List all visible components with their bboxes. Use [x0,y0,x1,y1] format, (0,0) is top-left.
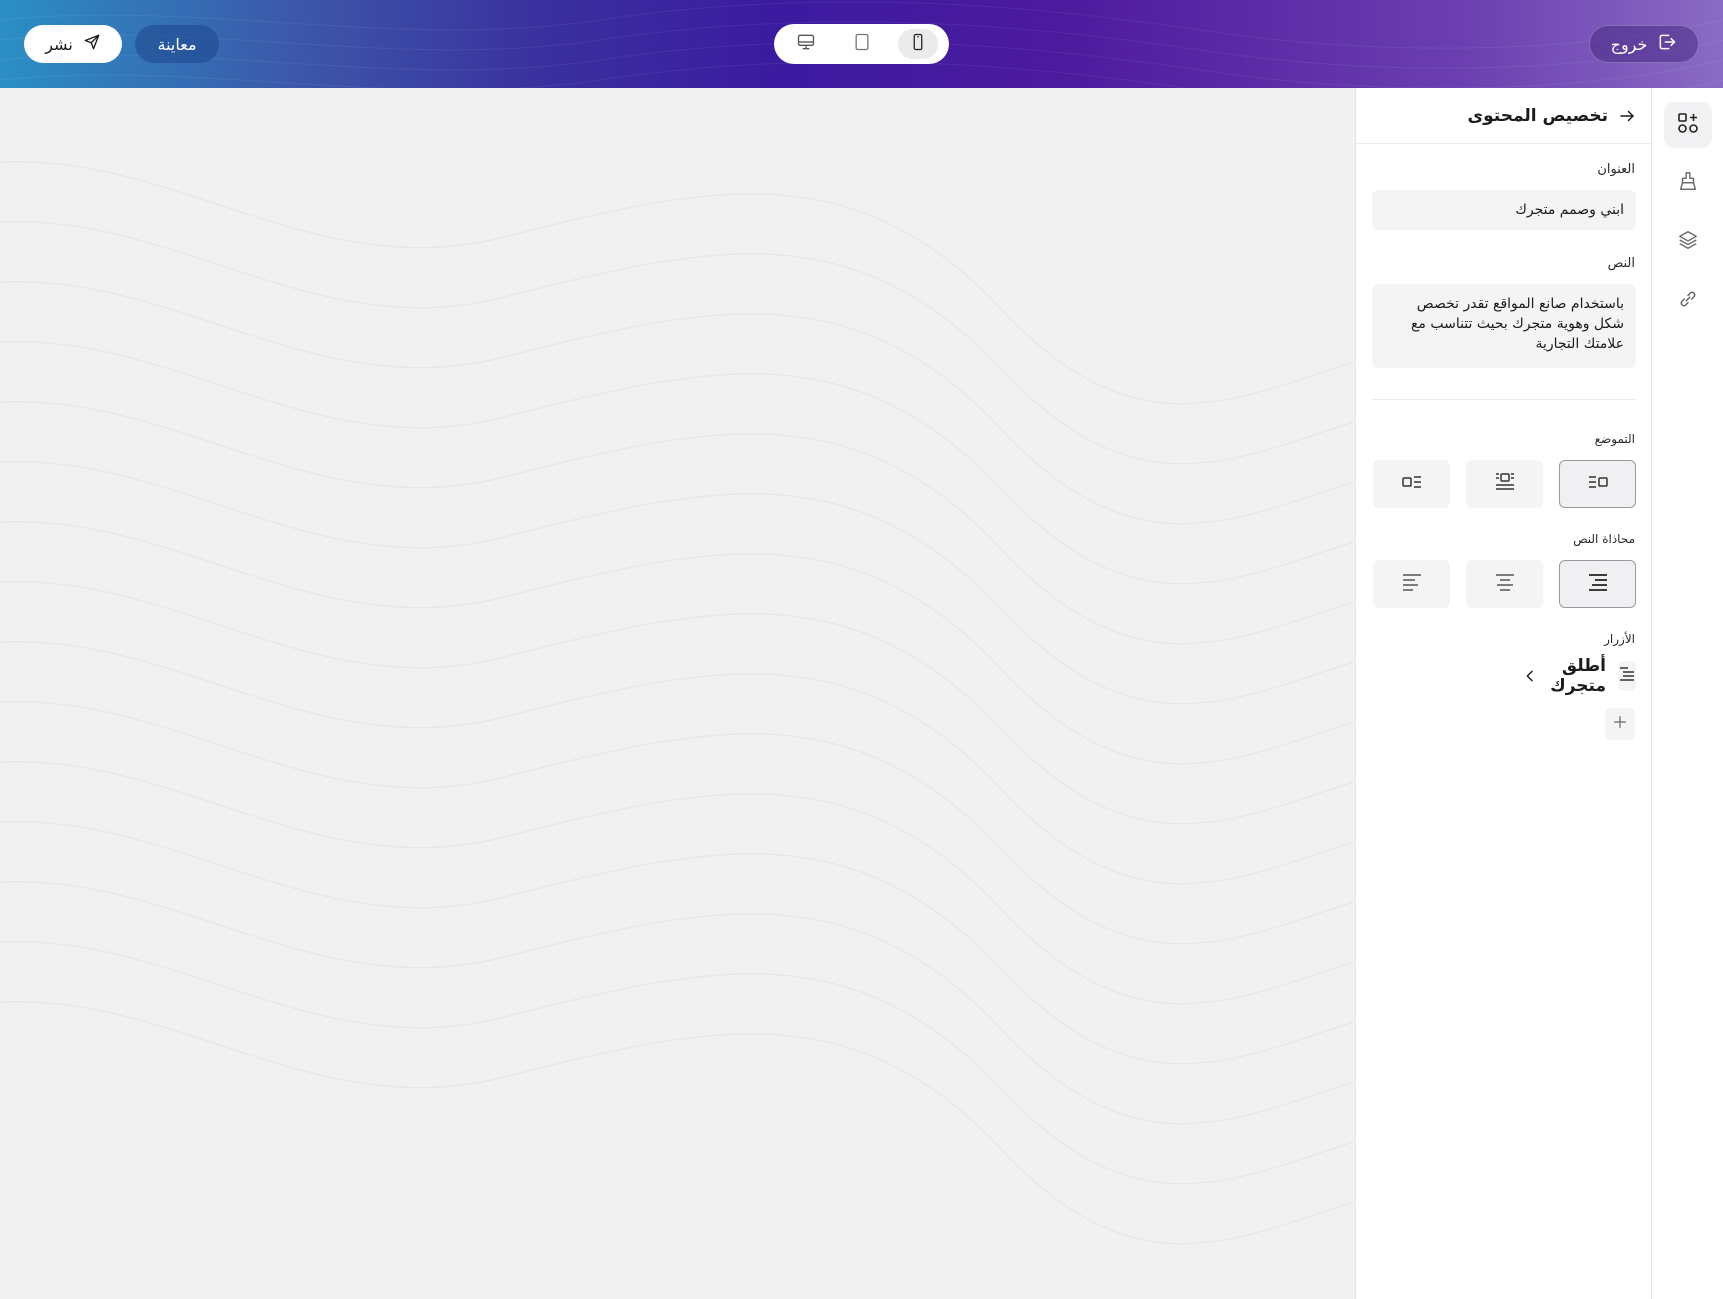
monitor-icon [796,32,816,56]
align-right-icon [1586,572,1610,596]
chevron-left-icon[interactable] [1522,668,1538,684]
device-desktop-button[interactable] [786,29,826,59]
logout-icon [1657,32,1677,56]
preview-label: معاينة [157,34,197,54]
rail-layers-button[interactable] [1664,219,1712,265]
add-section-icon [1676,111,1700,139]
layout-media-top-icon [1493,471,1517,497]
plus-icon [1612,714,1628,734]
layout-media-left-icon [1586,472,1610,496]
text-textarea[interactable]: باستخدام صانع المواقع تقدر تخصص شكل وهوي… [1372,284,1636,368]
arrow-right-icon[interactable] [1618,107,1636,125]
device-mobile-button[interactable] [897,29,938,59]
position-media-right-option[interactable] [1373,460,1450,508]
panel-title: تخصيص المحتوى [1467,105,1608,126]
align-right-option[interactable] [1559,560,1636,608]
button-item-label: أطلق متجرك [1550,656,1606,696]
preview-button[interactable]: معاينة [135,25,219,63]
send-icon [83,33,101,55]
canvas-wave-pattern [0,160,1355,1245]
heading-input[interactable]: ابني وصمم متجرك [1372,190,1636,230]
section-divider [1372,399,1636,400]
icon-rail [1651,88,1723,1299]
layout-media-right-icon [1400,472,1424,496]
heading-label: العنوان [1597,162,1635,177]
exit-button[interactable]: خروج [1589,25,1699,63]
publish-label: نشر [45,34,73,54]
rail-add-section-button[interactable] [1664,102,1712,148]
position-options [1372,460,1636,508]
align-label: محاذاة النص [1573,532,1635,546]
align-left-option[interactable] [1373,560,1450,608]
position-media-left-option[interactable] [1559,460,1636,508]
top-bar: نشر معاينة خروج [0,0,1723,88]
content-customization-panel: تخصيص المحتوى العنوان ابني وصمم متجرك ال… [1355,88,1652,1299]
align-left-icon [1400,572,1424,596]
align-center-icon [1493,572,1517,596]
align-center-option[interactable] [1466,560,1543,608]
exit-label: خروج [1610,34,1648,54]
text-label: النص [1607,256,1635,271]
device-tablet-button[interactable] [842,29,882,59]
editor-canvas[interactable] [0,88,1355,1299]
device-switcher [774,24,949,64]
panel-header: تخصيص المحتوى [1356,88,1652,144]
rail-link-button[interactable] [1664,278,1712,324]
smartphone-icon [909,32,927,56]
align-options [1372,560,1636,608]
position-label: التموضع [1594,432,1635,446]
link-icon [1677,288,1699,314]
add-button-button[interactable] [1605,708,1635,740]
drag-lines-icon [1618,666,1636,686]
buttons-label: الأزرار [1604,632,1635,646]
button-list-item[interactable]: أطلق متجرك [1372,656,1636,696]
layers-icon [1677,229,1699,255]
position-media-top-option[interactable] [1466,460,1543,508]
drag-handle[interactable] [1618,661,1636,691]
paint-brush-icon [1677,170,1699,196]
tablet-icon [852,32,872,56]
rail-style-button[interactable] [1664,160,1712,206]
publish-button[interactable]: نشر [24,25,122,63]
